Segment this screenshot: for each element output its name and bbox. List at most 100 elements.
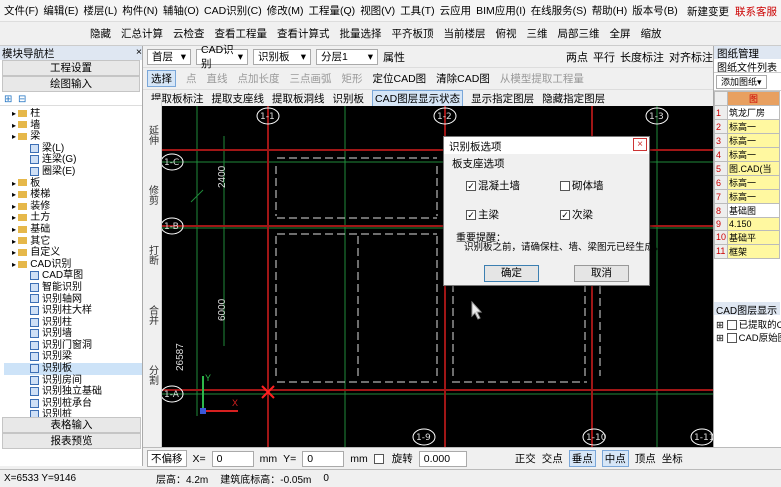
coordinate-button[interactable]: 坐标	[662, 451, 683, 466]
concrete-wall-checkbox[interactable]: ✓	[466, 181, 476, 192]
tree-item[interactable]: 识别柱大样	[4, 305, 142, 317]
parallel-button[interactable]: 平行	[593, 49, 615, 65]
tree-item[interactable]: ▸ 板	[4, 178, 142, 190]
layer-item-extracted[interactable]: ⊞ 已提取的CAD	[716, 317, 781, 331]
tree-item[interactable]: 识别桩承台	[4, 398, 142, 410]
menu-item[interactable]: BIM应用(I)	[476, 3, 526, 18]
tree-item[interactable]: 识别墙	[4, 328, 142, 340]
tree-item[interactable]: 连梁(G)	[4, 154, 142, 166]
tree-item[interactable]: 识别板	[4, 363, 142, 375]
intersection-button[interactable]: 交点	[542, 451, 563, 466]
add-length-button[interactable]: 点加长度	[238, 71, 280, 86]
edit-strip-item[interactable]: 延伸	[145, 110, 160, 160]
show-layer-button[interactable]: 显示指定图层	[471, 91, 534, 106]
length-dim-button[interactable]: 长度标注	[620, 49, 664, 65]
tree-item[interactable]: 识别梁	[4, 351, 142, 363]
tree-item[interactable]: 识别房间	[4, 375, 142, 387]
table-row[interactable]: 1 筑龙厂房	[713, 105, 780, 120]
collapse-icon[interactable]: ⊟	[18, 94, 26, 105]
no-offset-select[interactable]: 不偏移	[147, 450, 187, 467]
menu-item[interactable]: 版本号(B)	[632, 3, 678, 18]
project-settings-button[interactable]: 工程设置	[2, 60, 140, 76]
close-icon[interactable]: ×	[136, 46, 142, 60]
table-row[interactable]: 6 标高一	[713, 175, 780, 190]
rotate-checkbox[interactable]	[373, 453, 384, 464]
table-row[interactable]: 10 基础平	[713, 229, 780, 245]
edit-strip-item[interactable]: 修剪	[145, 170, 160, 220]
menu-item[interactable]: 构件(N)	[122, 3, 158, 18]
tree-item[interactable]: ▸ 墙	[4, 120, 142, 132]
edit-strip-item[interactable]: 分割	[145, 350, 160, 400]
toolbar-button[interactable]: 批量选择	[340, 26, 382, 41]
vertex-button[interactable]: 顶点	[635, 451, 656, 466]
menu-item[interactable]: 编辑(E)	[43, 3, 78, 18]
toolbar-button[interactable]: 俯视	[496, 26, 517, 41]
point-button[interactable]: 点	[186, 71, 197, 86]
table-row[interactable]: 5 图.CAD(当	[713, 161, 780, 176]
menu-item[interactable]: CAD识别(C)	[204, 3, 262, 18]
align-dim-button[interactable]: 对齐标注	[669, 49, 713, 65]
cad-layer-status-button[interactable]: CAD图层显示状态	[372, 89, 464, 107]
locate-cad-button[interactable]: 定位CAD图	[373, 71, 427, 86]
toolbar-button[interactable]: 缩放	[641, 26, 662, 41]
expand-icon[interactable]: ⊞	[4, 94, 12, 105]
option-masonry-wall[interactable]: 砌体墙	[560, 178, 604, 193]
extract-support-line-button[interactable]: 提取支座线	[212, 91, 265, 106]
table-row[interactable]: 8 基础图	[713, 203, 780, 218]
dialog-close-button[interactable]: ×	[633, 138, 647, 151]
menu-item[interactable]: 工程量(Q)	[309, 3, 356, 18]
category-select[interactable]: CAD识别 ▾	[196, 44, 248, 70]
layer-select[interactable]: 分层1 ▾	[316, 48, 378, 65]
tree-item[interactable]: ▸ 柱	[4, 108, 142, 120]
toolbar-button[interactable]: 三维	[527, 26, 548, 41]
option-secondary-beam[interactable]: ✓ 次梁	[560, 207, 593, 222]
ok-button[interactable]: 确定	[484, 265, 539, 282]
extract-hole-line-button[interactable]: 提取板洞线	[272, 91, 325, 106]
toolbar-button[interactable]: 隐藏	[90, 26, 111, 41]
toolbar-button[interactable]: 局部三维	[558, 26, 600, 41]
main-beam-checkbox[interactable]: ✓	[466, 210, 476, 221]
drawing-list-tab[interactable]: 图纸文件列表	[714, 59, 781, 74]
tree-item[interactable]: ▸ 装修	[4, 201, 142, 213]
tree-item[interactable]: ▸ CAD识别	[4, 259, 142, 271]
two-point-button[interactable]: 两点	[566, 49, 588, 65]
menu-item[interactable]: 在线服务(S)	[531, 3, 587, 18]
x-input[interactable]: 0	[211, 450, 254, 467]
menu-item[interactable]: 视图(V)	[360, 3, 395, 18]
menu-item[interactable]: 云应用	[440, 3, 472, 18]
arc-button[interactable]: 三点画弧	[290, 71, 332, 86]
extract-qty-button[interactable]: 从模型提取工程量	[500, 71, 584, 86]
toolbar-button[interactable]: 云检查	[173, 26, 205, 41]
secondary-beam-checkbox[interactable]: ✓	[560, 210, 570, 221]
new-change-button[interactable]: 新建变更	[687, 4, 729, 19]
properties-button[interactable]: 属性	[383, 49, 405, 65]
table-input-button[interactable]: 表格输入	[2, 417, 141, 433]
option-main-beam[interactable]: ✓ 主梁	[466, 207, 499, 222]
line-button[interactable]: 直线	[207, 71, 228, 86]
menu-item[interactable]: 楼层(L)	[83, 3, 117, 18]
tree-item[interactable]: CAD草图	[4, 270, 142, 282]
edit-strip-item[interactable]: 合并	[145, 290, 160, 340]
tree-item[interactable]: ▸ 基础	[4, 224, 142, 236]
tree-item[interactable]: 识别门窗洞	[4, 340, 142, 352]
hide-layer-button[interactable]: 隐藏指定图层	[542, 91, 605, 106]
identify-board-button[interactable]: 识别板	[333, 91, 365, 106]
add-drawing-button[interactable]: 添加图纸 ▾	[716, 75, 767, 89]
tree-item[interactable]: ▸ 梁	[4, 131, 142, 143]
toolbar-button[interactable]: 平齐板顶	[392, 26, 434, 41]
table-row[interactable]: 9 4.150	[713, 217, 780, 231]
menu-item[interactable]: 文件(F)	[4, 3, 38, 18]
component-select[interactable]: 识别板 ▾	[253, 48, 311, 65]
layer-item-original[interactable]: ⊞ CAD原始图层	[716, 330, 781, 344]
toolbar-button[interactable]: 全屏	[610, 26, 631, 41]
midpoint-button[interactable]: 中点	[601, 450, 629, 467]
rect-button[interactable]: 矩形	[342, 71, 363, 86]
toolbar-button[interactable]: 当前楼层	[444, 26, 486, 41]
table-row[interactable]: 3 标高一	[713, 133, 780, 148]
edit-strip-item[interactable]: 打断	[145, 230, 160, 280]
layer-original-checkbox[interactable]	[726, 333, 737, 344]
tree-item[interactable]: 识别轴网	[4, 294, 142, 306]
tree-item[interactable]: 圈梁(E)	[4, 166, 142, 178]
tree-item[interactable]: ▸ 楼梯	[4, 189, 142, 201]
tree-item[interactable]: 智能识别	[4, 282, 142, 294]
